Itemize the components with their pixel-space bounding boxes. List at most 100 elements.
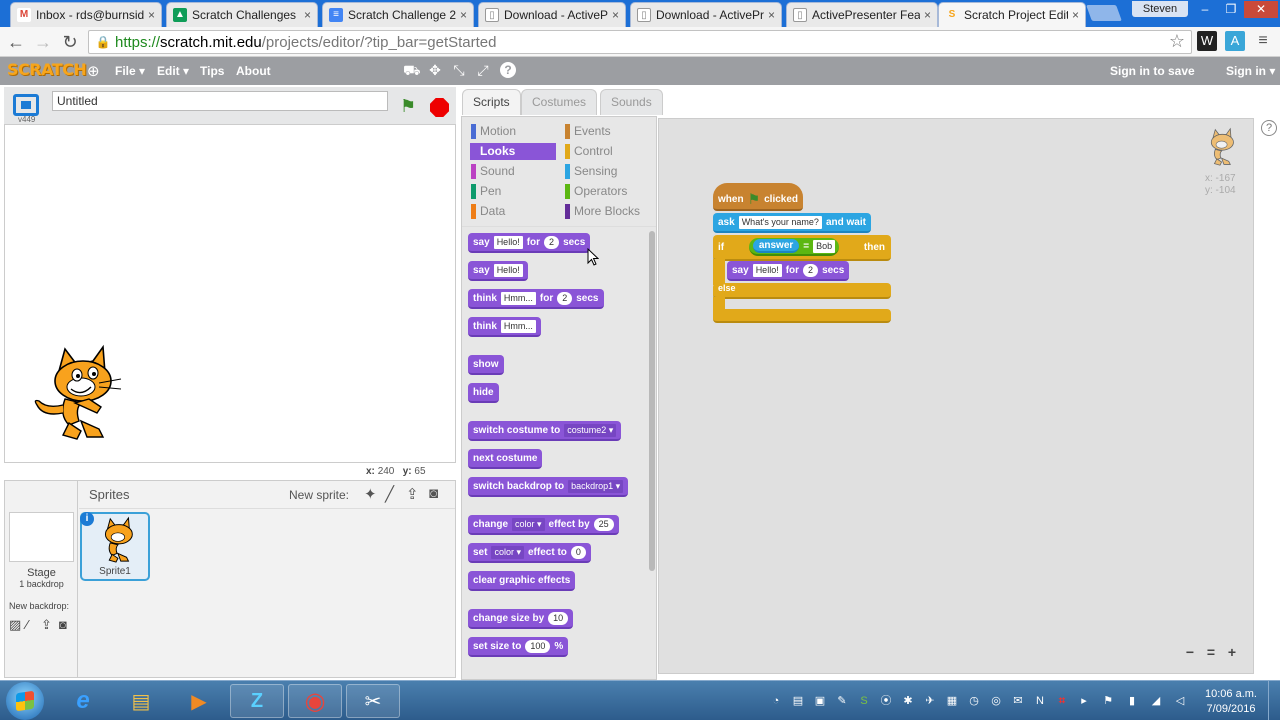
duplicate-tool-icon[interactable]: ⛟ (403, 62, 421, 78)
category-sensing[interactable]: Sensing (564, 163, 650, 180)
backdrop-library-icon[interactable]: ▨ (9, 617, 21, 633)
browser-tab-drive[interactable]: ▲ Scratch Challenges × (166, 2, 318, 27)
internet-explorer-icon[interactable]: e (56, 684, 110, 718)
zoom-out-icon[interactable]: − (1181, 643, 1199, 661)
close-icon[interactable]: × (304, 8, 311, 22)
category-data[interactable]: Data (470, 203, 556, 220)
tray-app-icon[interactable]: ⦿ (878, 693, 894, 709)
answer-reporter[interactable]: answer (752, 239, 800, 253)
tab-sounds[interactable]: Sounds (600, 89, 663, 115)
bookmark-star-icon[interactable]: ☆ (1169, 31, 1185, 52)
camera-icon[interactable]: ◙ (429, 485, 438, 502)
scratch-logo[interactable]: SCRATCH (7, 60, 87, 79)
equals-operator[interactable]: answer = Bob (748, 238, 840, 256)
block-set-effect[interactable]: set color ▾ effect to 0 (468, 543, 591, 563)
media-player-icon[interactable]: ▶ (172, 684, 226, 718)
menu-tips[interactable]: Tips (200, 64, 224, 78)
stage-canvas[interactable] (4, 124, 456, 463)
extension-a-icon[interactable]: A (1225, 31, 1245, 51)
tray-app-icon[interactable]: ✈ (922, 693, 938, 709)
volume-icon[interactable]: ◁ (1172, 693, 1188, 709)
category-operators[interactable]: Operators (564, 183, 650, 200)
block-show[interactable]: show (468, 355, 504, 375)
block-set-size[interactable]: set size to 100% (468, 637, 569, 657)
show-desktop-button[interactable] (1268, 681, 1280, 720)
scripts-area[interactable]: when ⚑ clicked ask What's your name? and wai… (658, 118, 1254, 674)
tray-app-icon[interactable]: ▸ (1076, 693, 1092, 709)
category-motion[interactable]: Motion (470, 123, 556, 140)
browser-tab-activepresenter[interactable]: ▯ ActivePresenter Feat × (786, 2, 938, 27)
system-clock[interactable]: 10:06 a.m. 7/09/2016 (1200, 687, 1262, 717)
zoom-reset-icon[interactable]: = (1202, 643, 1220, 661)
sprite-library-icon[interactable]: ✦ (364, 485, 377, 503)
tray-app-icon[interactable]: ✉ (1010, 693, 1026, 709)
camera-icon[interactable]: ◙ (59, 617, 67, 632)
category-looks[interactable]: Looks (470, 143, 556, 160)
block-think[interactable]: think Hmm... (468, 317, 541, 337)
category-events[interactable]: Events (564, 123, 650, 140)
close-icon[interactable]: × (924, 8, 931, 22)
paint-brush-icon[interactable]: ⁄ (26, 617, 28, 632)
script-say-for-secs[interactable]: say Hello! for 2 secs (727, 261, 850, 281)
category-sound[interactable]: Sound (470, 163, 556, 180)
sign-in-menu[interactable]: Sign in ▾ (1226, 64, 1275, 78)
tray-app-icon[interactable]: N (1032, 693, 1048, 709)
snipping-tool-icon[interactable]: ✂ (346, 684, 400, 718)
menu-file[interactable]: File ▾ (115, 64, 145, 78)
script-ask-and-wait[interactable]: ask What's your name? and wait (713, 213, 871, 233)
sign-in-to-save-link[interactable]: Sign in to save (1110, 64, 1195, 78)
category-pen[interactable]: Pen (470, 183, 556, 200)
green-flag-icon[interactable]: ⚑ (400, 96, 416, 117)
tray-app-icon[interactable]: ◎ (988, 693, 1004, 709)
close-icon[interactable]: × (612, 8, 619, 22)
tray-app-icon[interactable]: ▦ (944, 693, 960, 709)
profile-name[interactable]: Steven (1132, 1, 1188, 17)
tray-app-icon[interactable]: ⌗ (1054, 693, 1070, 709)
block-say[interactable]: say Hello! (468, 261, 528, 281)
chrome-icon[interactable]: ◉ (288, 684, 342, 718)
block-next-costume[interactable]: next costume (468, 449, 543, 469)
show-hidden-icons[interactable]: ⚑ (1100, 693, 1116, 709)
browser-tab-docs[interactable]: ≡ Scratch Challenge 2 × (322, 2, 474, 27)
category-more-blocks[interactable]: More Blocks (564, 203, 650, 220)
activepresenter-icon[interactable]: Z (230, 684, 284, 718)
chrome-menu-icon[interactable]: ≡ (1253, 31, 1273, 51)
back-arrow-icon[interactable]: ← (5, 31, 27, 53)
upload-icon[interactable]: ⇪ (406, 485, 419, 503)
address-bar[interactable]: 🔒 https://scratch.mit.edu/projects/edito… (88, 30, 1192, 54)
extension-w-icon[interactable]: W (1197, 31, 1217, 51)
fullscreen-icon[interactable] (13, 94, 39, 116)
browser-tab-scratch-editor[interactable]: S Scratch Project Edito × (938, 2, 1086, 27)
script-when-flag-clicked[interactable]: when ⚑ clicked (713, 183, 804, 211)
upload-icon[interactable]: ⇪ (41, 617, 52, 633)
browser-tab-download-1[interactable]: ▯ Download - ActivePr × (478, 2, 626, 27)
tray-app-icon[interactable]: ◷ (966, 693, 982, 709)
block-switch-backdrop[interactable]: switch backdrop to backdrop1 ▾ (468, 477, 629, 497)
tray-app-icon[interactable]: ✎ (834, 693, 850, 709)
palette-scrollbar[interactable] (649, 231, 655, 571)
file-explorer-icon[interactable]: ▤ (114, 684, 168, 718)
reload-icon[interactable]: ↻ (59, 31, 81, 53)
help-question-icon[interactable]: ? (1261, 120, 1277, 136)
tray-app-icon[interactable]: ▤ (790, 693, 806, 709)
grow-tool-icon[interactable]: ⤡ (451, 62, 467, 78)
paint-brush-icon[interactable]: ╱ (385, 485, 394, 503)
maximize-button[interactable]: ❐ (1218, 1, 1244, 18)
block-switch-costume[interactable]: switch costume to costume2 ▾ (468, 421, 622, 441)
menu-edit[interactable]: Edit ▾ (157, 64, 189, 78)
network-icon[interactable]: ◢ (1148, 693, 1164, 709)
block-change-size[interactable]: change size by 10 (468, 609, 574, 629)
stage-thumbnail[interactable] (9, 512, 74, 562)
tab-costumes[interactable]: Costumes (521, 89, 598, 115)
delete-tool-icon[interactable]: ✥ (427, 62, 443, 78)
browser-tab-download-2[interactable]: ▯ Download - ActivePr × (630, 2, 782, 27)
project-title-input[interactable] (52, 91, 388, 111)
bluetooth-icon[interactable]: ✱ (900, 693, 916, 709)
globe-icon[interactable]: ⊕ (87, 62, 100, 80)
block-change-effect[interactable]: change color ▾ effect by 25 (468, 515, 619, 535)
block-clear-graphic-effects[interactable]: clear graphic effects (468, 571, 576, 591)
tray-app-icon[interactable]: ◔ (768, 693, 784, 709)
tab-scripts[interactable]: Scripts (462, 89, 521, 115)
browser-tab-gmail[interactable]: M Inbox - rds@burnsid × (10, 2, 162, 27)
block-say-for-secs[interactable]: say Hello! for 2 secs (468, 233, 591, 253)
